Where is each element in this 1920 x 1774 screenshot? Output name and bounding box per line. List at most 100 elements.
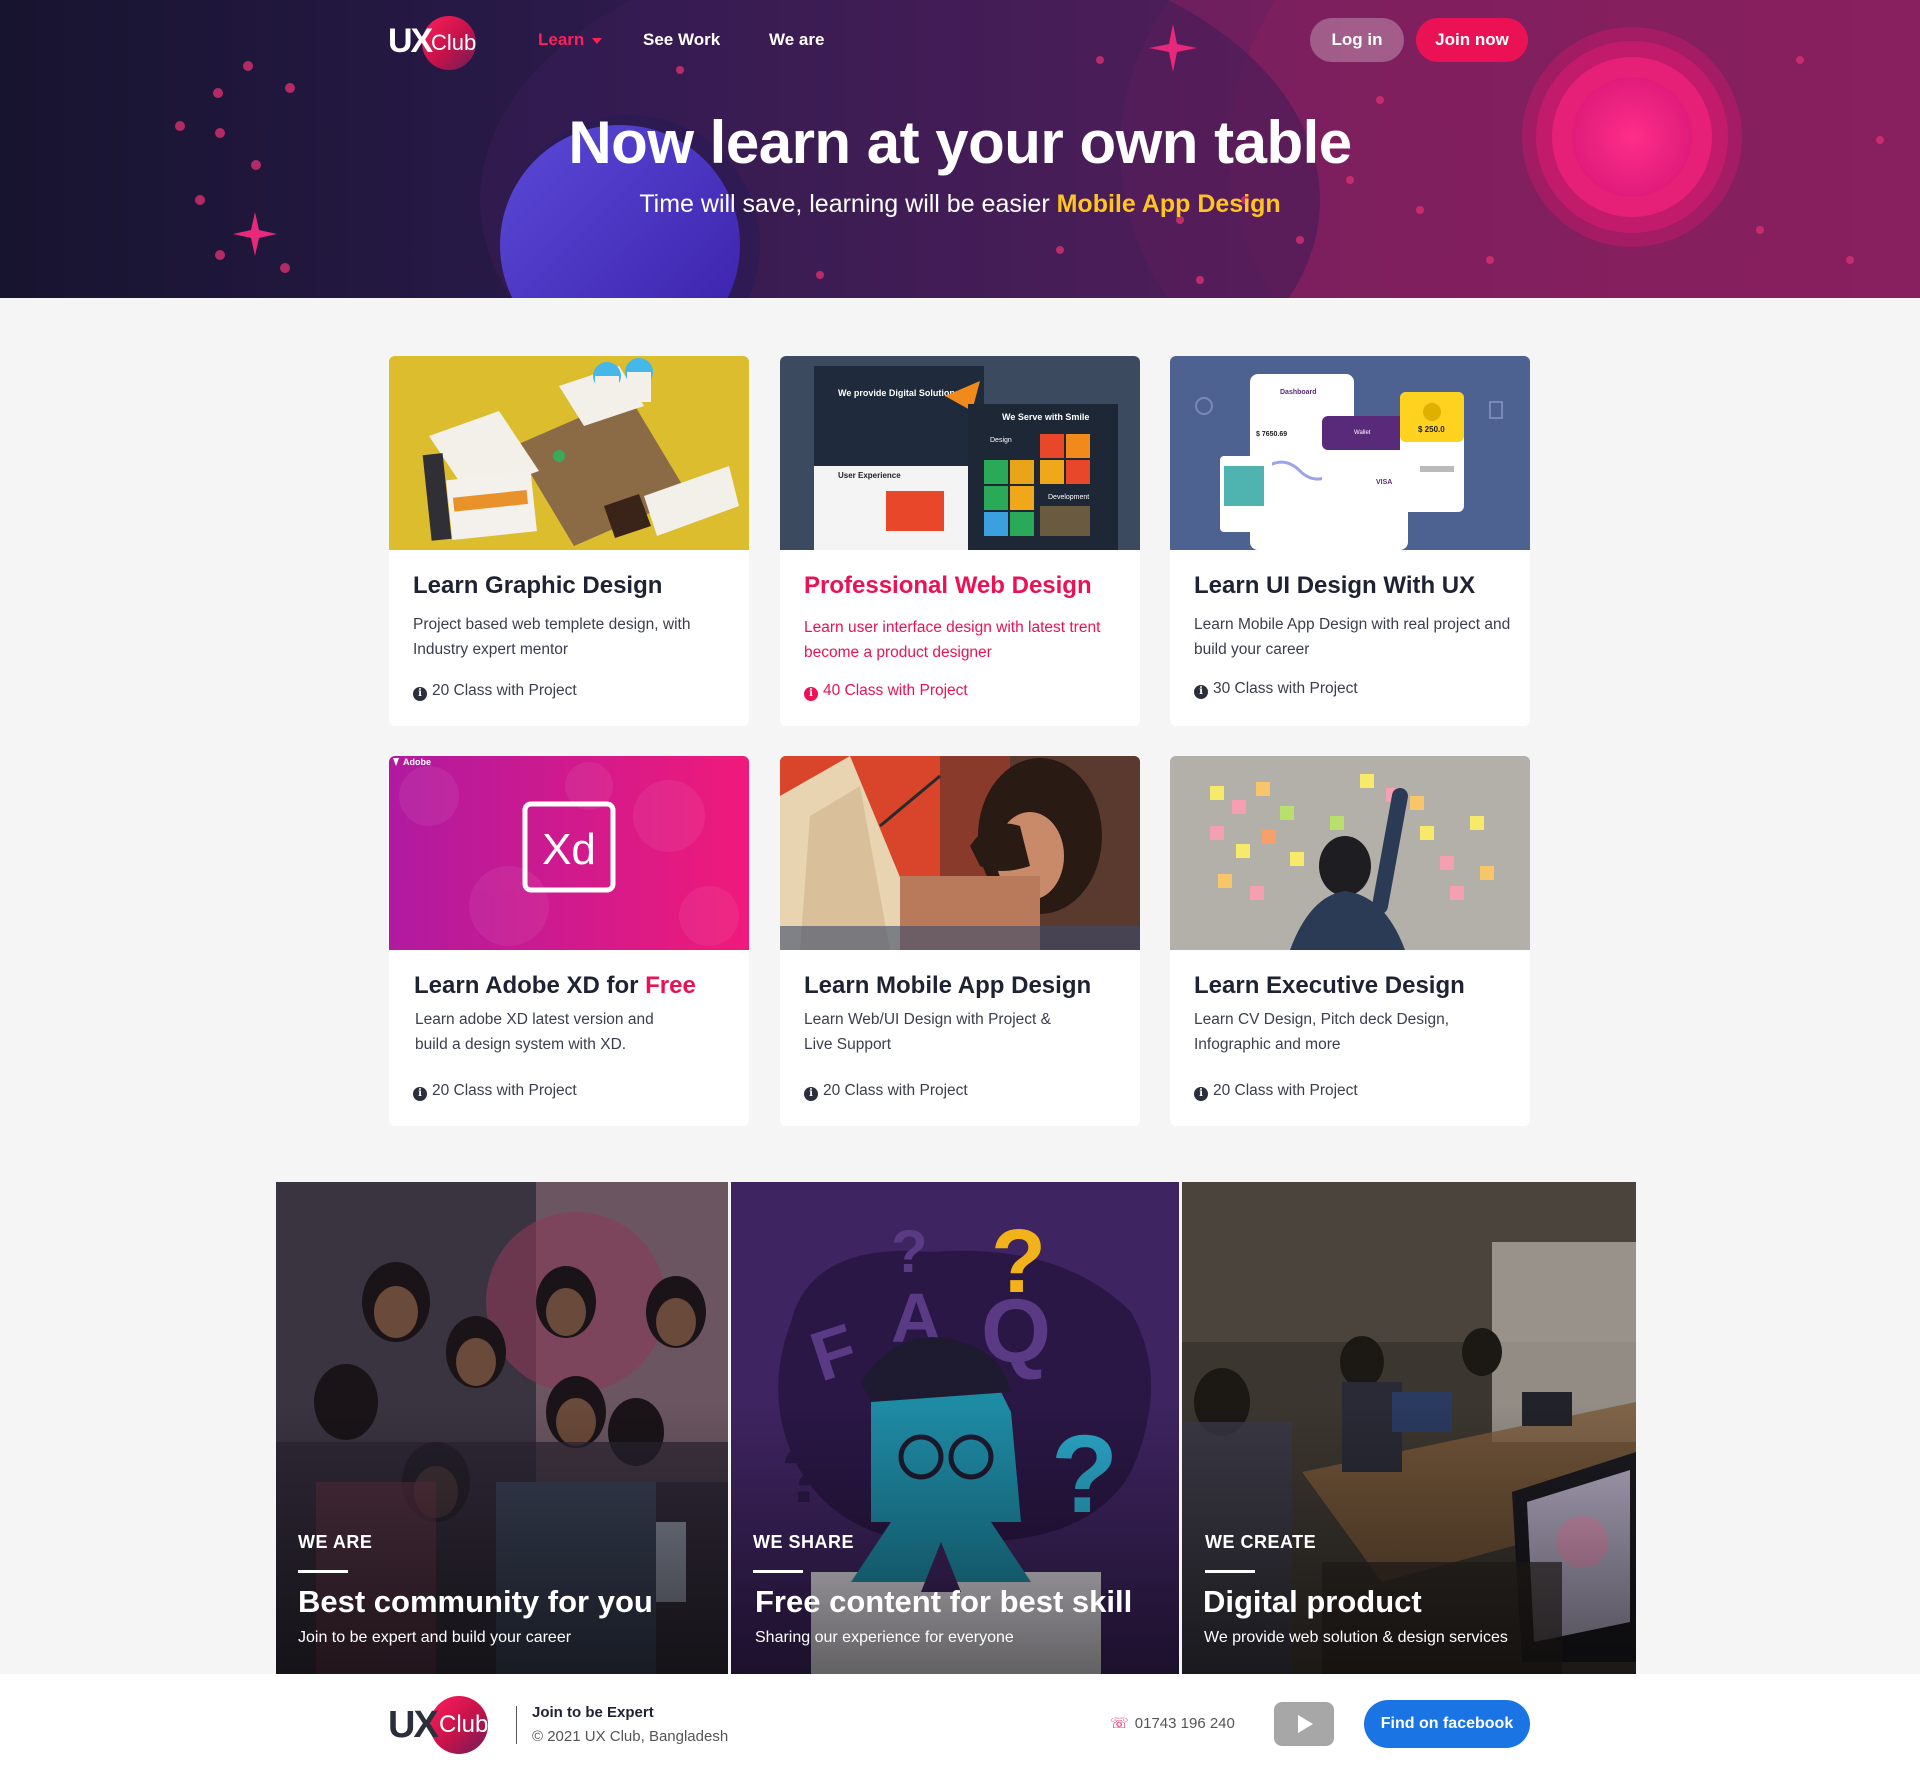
thumb-text: Dashboard [1280,389,1317,396]
footer-divider [516,1706,517,1744]
footer-phone[interactable]: ☏ 01743 196 240 [1110,1714,1235,1732]
course-description: Learn adobe XD latest version and build … [415,1011,654,1053]
nav-learn-dropdown[interactable]: Learn [538,30,603,50]
feature-we-share[interactable]: F A Q ? ? ? ? WE SHARE Free content for … [731,1182,1179,1674]
course-description: Learn user interface design with latest … [804,619,1101,661]
info-icon: i [1194,685,1208,699]
join-now-button[interactable]: Join now [1416,18,1528,62]
feature-we-create[interactable]: WE CREATE Digital product We provide web… [1182,1182,1636,1674]
logo-club-text: Club [431,30,477,55]
course-thumbnail-graphic-design [389,356,749,550]
course-title: Professional Web Design [804,572,1092,599]
uxclub-logo[interactable]: UX Club [388,16,484,70]
course-meta: i 30 Class with Project [1194,680,1358,699]
info-icon: i [804,1087,818,1101]
chevron-down-icon [592,37,603,44]
footer: UX Club Join to be Expert © 2021 UX Club… [0,1674,1920,1774]
phone-number: 01743 196 240 [1134,1715,1235,1732]
course-meta-text: 20 Class with Project [1213,1082,1358,1099]
thumb-text: User Experience [838,471,901,480]
youtube-button[interactable] [1274,1702,1334,1746]
thumb-text: Design [990,437,1012,444]
course-title-text: Learn Adobe XD for [414,972,639,999]
info-icon: i [804,687,818,701]
course-thumbnail-executive-design [1170,756,1530,950]
feature-we-are[interactable]: WE ARE Best community for you Join to be… [276,1182,728,1674]
feature-divider [753,1570,803,1573]
hero-subtitle: Time will save, learning will be easier … [0,190,1920,219]
nav-learn-label: Learn [538,30,585,49]
course-meta: i 20 Class with Project [1194,1082,1358,1101]
feature-kicker: WE ARE [298,1532,373,1552]
footer-tagline: Join to be Expert [532,1704,654,1721]
feature-title: Free content for best skill [755,1584,1133,1619]
thumb-text: We provide Digital Solutions [838,388,960,398]
course-card-graphic-design[interactable]: Learn Graphic Design Project based web t… [389,356,749,726]
hero-highlight: Mobile App Design [1056,190,1281,218]
course-title: Learn Graphic Design [413,572,663,599]
course-title: Learn UI Design With UX [1194,572,1476,599]
course-meta-text: 30 Class with Project [1213,680,1358,697]
course-card-web-design[interactable]: We provide Digital Solutions User Experi… [780,356,1140,726]
course-thumbnail-mobile-app-design [780,756,1140,950]
footer-copyright: © 2021 UX Club, Bangladesh [532,1728,729,1745]
course-card-executive-design[interactable]: Learn Executive Design Learn CV Design, … [1170,756,1530,1126]
course-meta: i 40 Class with Project [804,682,968,701]
logo-club-text: Club [439,1711,489,1738]
thumb-text: VISA [1376,479,1392,486]
xd-icon: Xd [542,825,596,874]
course-title: Learn Adobe XD for Free [414,972,696,1000]
thumb-text: We Serve with Smile [1002,412,1089,422]
course-description: Learn Mobile App Design with real projec… [1194,616,1511,658]
feature-kicker: WE CREATE [1205,1532,1317,1552]
thumb-text: $ 7650.69 [1256,431,1287,438]
info-icon: i [413,687,427,701]
info-icon: i [1194,1087,1208,1101]
hero-subtitle-text: Time will save, learning will be easier [639,190,1050,218]
course-meta: i 20 Class with Project [804,1082,968,1101]
nav-we-are[interactable]: We are [769,30,824,50]
footer-uxclub-logo[interactable]: UX Club [388,1694,498,1756]
course-description: Learn Web/UI Design with Project & Live … [804,1011,1051,1053]
course-meta-text: 40 Class with Project [823,682,968,699]
course-description: Project based web templete design, with … [413,616,691,658]
thumb-text: $ 250.0 [1418,425,1445,434]
course-title-accent: Free [645,972,696,999]
hero-title: Now learn at your own table [568,109,1352,176]
course-description: Learn CV Design, Pitch deck Design, Info… [1194,1011,1450,1053]
course-title: Learn Executive Design [1194,972,1465,999]
nav-see-work[interactable]: See Work [643,30,720,50]
course-meta-text: 20 Class with Project [432,682,577,699]
course-meta-text: 20 Class with Project [823,1082,968,1099]
logo-ux-text: UX [388,22,433,60]
feature-title: Best community for you [298,1584,653,1619]
thumb-text: Wallet [1354,430,1371,436]
feature-divider [1205,1570,1255,1573]
feature-subtitle: We provide web solution & design service… [1204,1629,1508,1646]
facebook-button[interactable]: Find on facebook [1364,1700,1530,1748]
adobe-logo: Adobe [403,757,431,767]
feature-divider [298,1570,348,1573]
thumb-text: Development [1048,494,1089,501]
course-thumbnail-adobe-xd: Xd Adobe [389,756,749,950]
course-card-adobe-xd[interactable]: Xd Adobe Learn Adobe XD for Free Learn a… [389,756,749,1126]
feature-title: Digital product [1203,1584,1422,1619]
course-card-ui-design[interactable]: Dashboard $ 7650.69 Wallet VISA $ 250.0 … [1170,356,1530,726]
play-icon [1298,1715,1313,1733]
login-button[interactable]: Log in [1310,18,1404,62]
feature-kicker: WE SHARE [753,1532,855,1552]
feature-subtitle: Sharing our experience for everyone [755,1629,1014,1646]
info-icon: i [413,1087,427,1101]
top-navigation: UX Club Learn See Work We are Log in Joi… [0,0,1920,84]
course-meta: i 20 Class with Project [413,682,577,701]
hero-banner: UX Club Learn See Work We are Log in Joi… [0,0,1920,298]
headphone-icon: ☏ [1110,1715,1129,1732]
course-title: Learn Mobile App Design [804,972,1092,999]
course-card-mobile-app-design[interactable]: Learn Mobile App Design Learn Web/UI Des… [780,756,1140,1126]
course-thumbnail-ui-design: Dashboard $ 7650.69 Wallet VISA $ 250.0 [1170,356,1530,550]
course-thumbnail-web-design: We provide Digital Solutions User Experi… [780,356,1140,550]
course-meta-text: 20 Class with Project [432,1082,577,1099]
course-meta: i 20 Class with Project [413,1082,577,1101]
feature-subtitle: Join to be expert and build your career [298,1629,572,1646]
logo-ux-text: UX [388,1704,439,1746]
